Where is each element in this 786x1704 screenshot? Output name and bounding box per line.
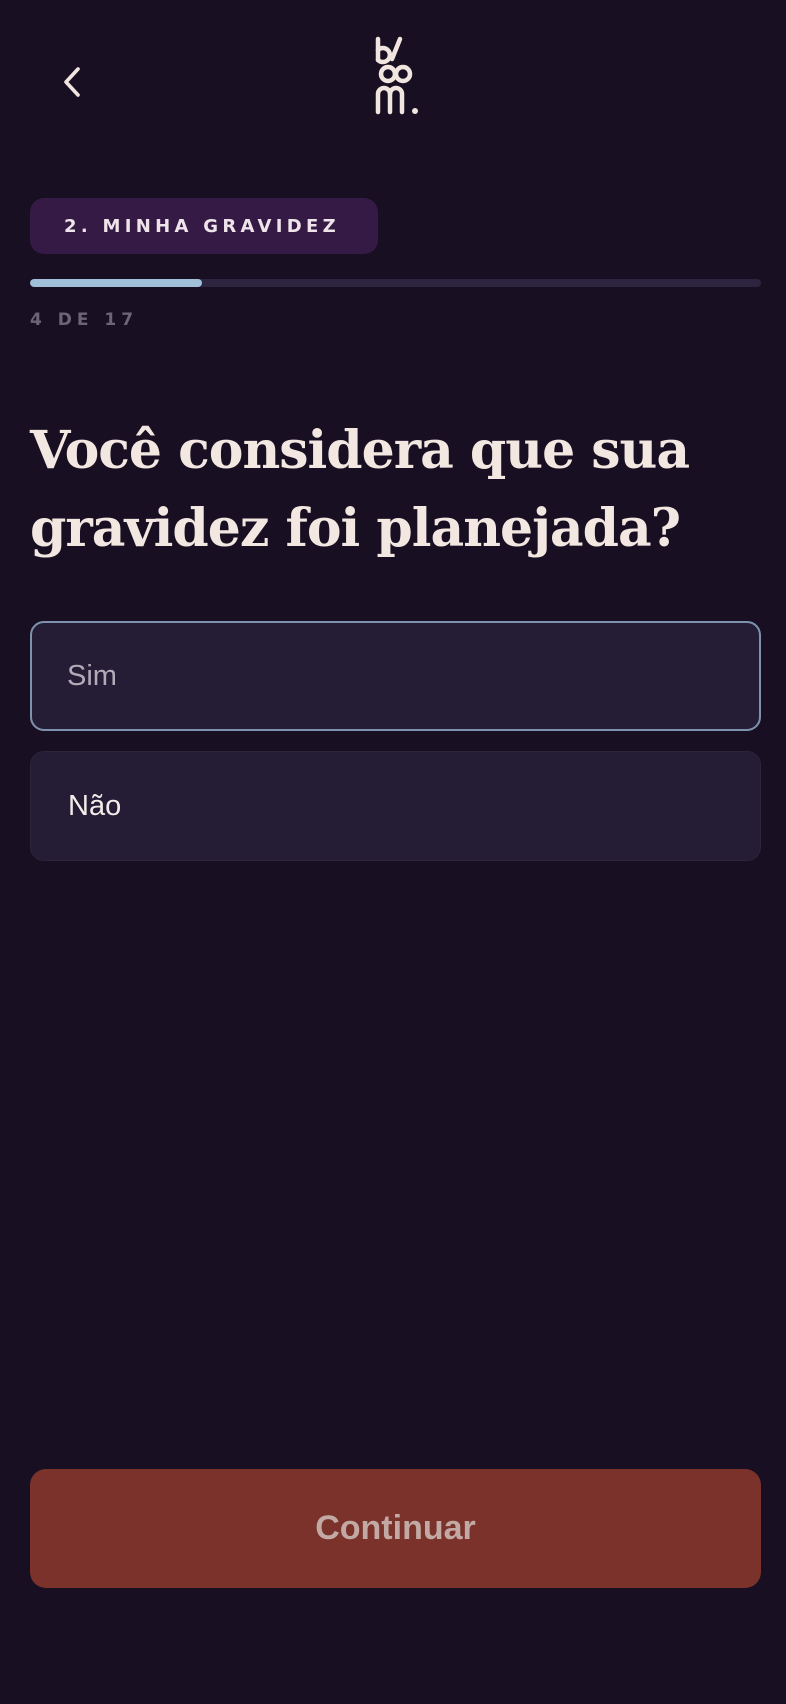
continue-button[interactable]: Continuar (30, 1469, 761, 1588)
bloom-logo (372, 36, 428, 120)
option-label: Não (68, 789, 122, 822)
option-sim[interactable]: Sim (30, 621, 761, 731)
chevron-left-icon (61, 64, 83, 100)
question-title: Você considera que sua gravidez foi plan… (30, 420, 690, 559)
progress-bar-fill (30, 279, 202, 287)
progress-bar (30, 279, 761, 287)
back-button[interactable] (52, 60, 92, 104)
option-nao[interactable]: Não (30, 751, 761, 861)
section-badge: 2. MINHA GRAVIDEZ (30, 198, 378, 254)
option-label: Sim (67, 659, 117, 692)
step-counter: 4 DE 17 (30, 310, 139, 330)
